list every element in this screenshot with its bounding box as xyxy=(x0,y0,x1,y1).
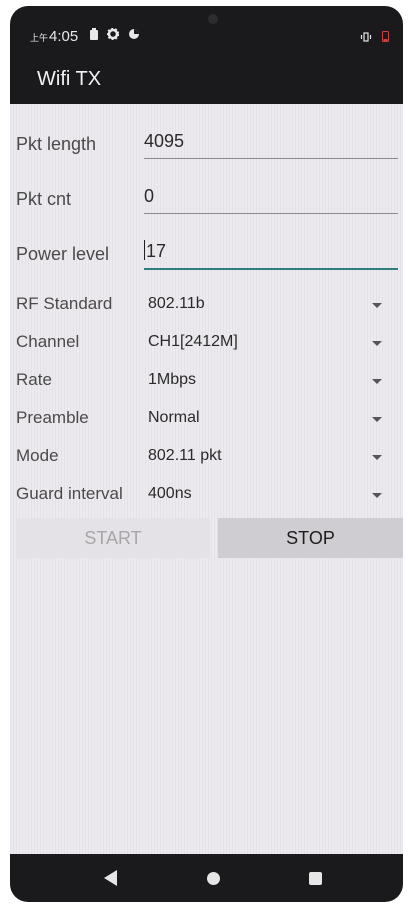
rf-standard-dropdown-icon[interactable] xyxy=(372,303,382,308)
channel-spinner[interactable]: CH1[2412M] xyxy=(148,333,238,351)
stop-button[interactable]: STOP xyxy=(218,518,403,558)
pkt-cnt-input[interactable]: 0 xyxy=(144,183,398,214)
time-value: 4:05 xyxy=(49,28,79,45)
gear-icon xyxy=(106,27,120,45)
pkt-length-value: 4095 xyxy=(144,131,185,151)
back-icon[interactable] xyxy=(104,870,117,886)
pkt-length-label: Pkt length xyxy=(16,134,97,154)
vibrate-icon xyxy=(360,29,372,47)
pkt-cnt-label: Pkt cnt xyxy=(16,189,72,209)
power-level-input[interactable]: 17 xyxy=(144,238,398,270)
low-battery-icon xyxy=(382,29,389,47)
rf-standard-spinner[interactable]: 802.11b xyxy=(148,295,205,313)
channel-label: Channel xyxy=(16,332,80,351)
battery-icon xyxy=(90,27,98,45)
rate-spinner[interactable]: 1Mbps xyxy=(148,371,196,389)
preamble-spinner[interactable]: Normal xyxy=(148,409,200,427)
phone-screen: 上午4:05 Wifi TX Pkt length 4095 Pkt cnt 0… xyxy=(10,6,403,902)
pkt-length-input[interactable]: 4095 xyxy=(144,128,398,159)
home-icon[interactable] xyxy=(207,872,220,885)
rate-dropdown-icon[interactable] xyxy=(372,379,382,384)
power-level-value: 17 xyxy=(146,241,167,261)
text-cursor xyxy=(144,240,145,260)
rf-standard-label: RF Standard xyxy=(16,294,113,313)
mode-label: Mode xyxy=(16,446,59,465)
app-title: Wifi TX xyxy=(37,68,102,90)
pkt-cnt-value: 0 xyxy=(144,186,155,206)
sync-icon xyxy=(128,27,140,45)
app-bar: Wifi TX xyxy=(10,56,403,104)
status-time: 上午4:05 xyxy=(30,28,78,45)
preamble-dropdown-icon[interactable] xyxy=(372,417,382,422)
main-content: Pkt length 4095 Pkt cnt 0 Power level 17… xyxy=(10,104,403,854)
mode-dropdown-icon[interactable] xyxy=(372,455,382,460)
navigation-bar xyxy=(10,854,403,902)
rate-label: Rate xyxy=(16,370,52,389)
start-button[interactable]: START xyxy=(16,518,210,558)
preamble-label: Preamble xyxy=(16,408,89,427)
channel-dropdown-icon[interactable] xyxy=(372,341,382,346)
camera-hole xyxy=(208,14,218,24)
mode-spinner[interactable]: 802.11 pkt xyxy=(148,447,222,465)
guard-interval-dropdown-icon[interactable] xyxy=(372,493,382,498)
guard-interval-spinner[interactable]: 400ns xyxy=(148,485,192,503)
time-prefix: 上午 xyxy=(30,33,49,43)
status-bar: 上午4:05 xyxy=(10,6,403,56)
guard-interval-label: Guard interval xyxy=(16,484,123,503)
power-level-label: Power level xyxy=(16,244,110,264)
recent-apps-icon[interactable] xyxy=(309,872,322,885)
